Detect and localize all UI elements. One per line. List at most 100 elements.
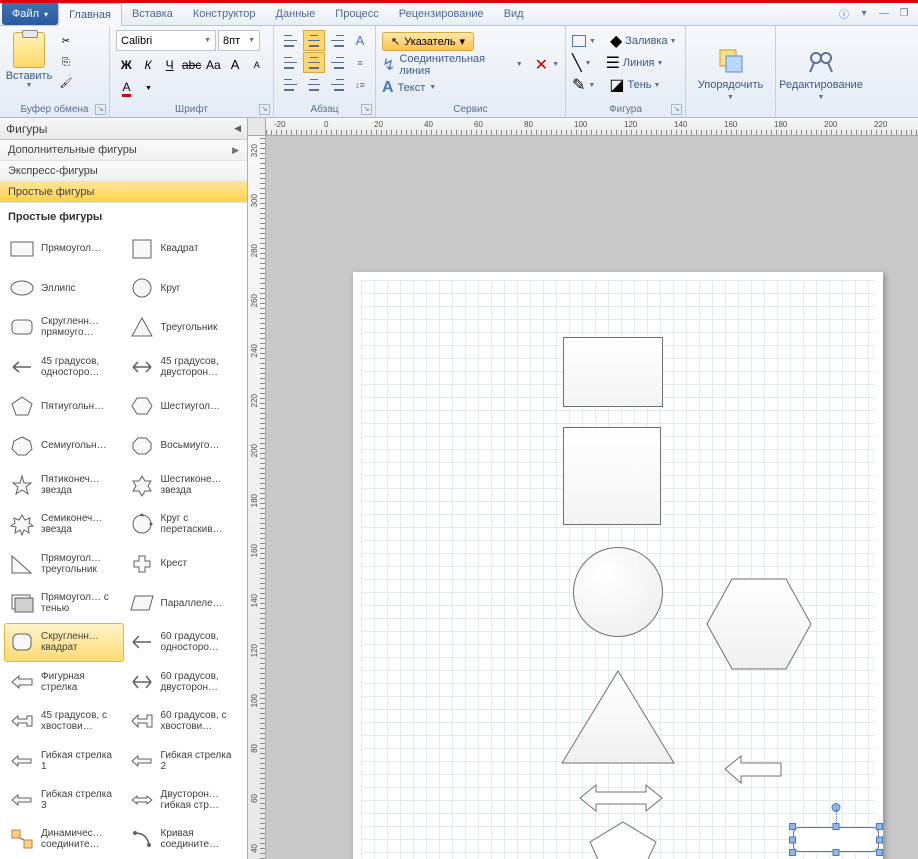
tab-2[interactable]: Конструктор bbox=[183, 3, 266, 25]
strike-button[interactable]: abc bbox=[181, 54, 202, 75]
shape-stencil-23[interactable]: 60 градусов, двусторон… bbox=[124, 662, 244, 701]
align-top-center[interactable] bbox=[303, 30, 325, 51]
tab-0[interactable]: Главная bbox=[58, 3, 122, 26]
italic-button[interactable]: К bbox=[138, 54, 159, 75]
align-top-left[interactable] bbox=[280, 30, 302, 51]
bold-button[interactable]: Ж bbox=[116, 54, 137, 75]
shape-stencil-15[interactable]: Круг с перетаскив… bbox=[124, 505, 244, 544]
shape-stencil-2[interactable]: Эллипс bbox=[4, 268, 124, 307]
shape-pentagon[interactable] bbox=[588, 820, 658, 859]
panel-simple[interactable]: Простые фигуры bbox=[0, 182, 247, 203]
tab-5[interactable]: Рецензирование bbox=[389, 3, 494, 25]
shape-stencil-25[interactable]: 60 градусов, с хвостови… bbox=[124, 702, 244, 741]
tab-6[interactable]: Вид bbox=[494, 3, 534, 25]
rect-tool-icon[interactable] bbox=[572, 35, 586, 47]
arrange-button[interactable]: Упорядочить ▼ bbox=[698, 46, 763, 101]
shape-stencil-9[interactable]: Шестиугол… bbox=[124, 387, 244, 426]
shape-stencil-19[interactable]: Параллеле… bbox=[124, 583, 244, 622]
collapse-icon[interactable]: ◀ bbox=[234, 123, 241, 134]
tab-1[interactable]: Вставка bbox=[122, 3, 183, 25]
shape-stencil-6[interactable]: 45 градусов, односторо… bbox=[4, 347, 124, 386]
shape-stencil-3[interactable]: Круг bbox=[124, 268, 244, 307]
shadow-button[interactable]: Тень ▼ bbox=[627, 79, 660, 91]
paste-button[interactable]: Вставить ▼ bbox=[6, 30, 52, 98]
shape-stencil-14[interactable]: Семиконеч… звезда bbox=[4, 505, 124, 544]
freeform-icon[interactable]: ✎ bbox=[572, 75, 585, 95]
shape-double-arrow[interactable] bbox=[578, 782, 664, 814]
align-bot-left[interactable] bbox=[280, 74, 302, 95]
file-menu[interactable]: Файл bbox=[2, 3, 58, 25]
shape-stencil-12[interactable]: Пятиконеч… звезда bbox=[4, 465, 124, 504]
shape-stencil-18[interactable]: Прямоугол… с тенью bbox=[4, 583, 124, 622]
grow-font-button[interactable]: A bbox=[225, 54, 246, 75]
text-direction[interactable]: A bbox=[349, 30, 371, 51]
line-spacing[interactable]: ↕≡ bbox=[349, 74, 371, 95]
shape-stencil-4[interactable]: Скругленн… прямоуго… bbox=[4, 308, 124, 347]
minimize-ribbon-icon[interactable]: ▾ bbox=[856, 5, 872, 21]
editing-button[interactable]: Редактирование ▼ bbox=[779, 46, 863, 101]
align-top-right[interactable] bbox=[326, 30, 348, 51]
pointer-tool[interactable]: ↖ Указатель ▾ bbox=[382, 32, 474, 51]
drawing-page[interactable] bbox=[353, 272, 883, 859]
font-dialog[interactable]: ↘ bbox=[259, 104, 270, 115]
shape-stencil-26[interactable]: Гибкая стрелка 1 bbox=[4, 741, 124, 780]
shape-square[interactable] bbox=[563, 427, 661, 525]
shape-stencil-0[interactable]: Прямоугол… bbox=[4, 229, 124, 268]
align-mid-left[interactable] bbox=[280, 52, 302, 73]
shape-circle[interactable] bbox=[573, 547, 663, 637]
align-bot-right[interactable] bbox=[326, 74, 348, 95]
shape-stencil-20[interactable]: Скругленн… квадрат bbox=[4, 623, 124, 662]
shape-stencil-22[interactable]: Фигурная стрелка bbox=[4, 662, 124, 701]
font-name-select[interactable]: Calibri▼ bbox=[116, 30, 216, 51]
align-bot-center[interactable] bbox=[303, 74, 325, 95]
tab-4[interactable]: Процесс bbox=[325, 3, 388, 25]
shape-stencil-30[interactable]: Динамичес… соедините… bbox=[4, 820, 124, 859]
shape-stencil-28[interactable]: Гибкая стрелка 3 bbox=[4, 780, 124, 819]
paragraph-dialog[interactable]: ↘ bbox=[361, 104, 372, 115]
shape-stencil-7[interactable]: 45 градусов, двусторон… bbox=[124, 347, 244, 386]
shape-stencil-27[interactable]: Гибкая стрелка 2 bbox=[124, 741, 244, 780]
align-mid-right[interactable] bbox=[326, 52, 348, 73]
copy-button[interactable]: ⎘ bbox=[56, 53, 76, 71]
canvas-area[interactable]: -20020406080100120140160180200220 320300… bbox=[248, 118, 918, 859]
case-button[interactable]: Aa bbox=[203, 54, 224, 75]
shape-stencil-10[interactable]: Семиугольн… bbox=[4, 426, 124, 465]
shape-stencil-13[interactable]: Шестиконе… звезда bbox=[124, 465, 244, 504]
shape-stencil-31[interactable]: Кривая соедините… bbox=[124, 820, 244, 859]
shape-selected-rounded[interactable] bbox=[793, 827, 879, 852]
fill-button[interactable]: Заливка ▼ bbox=[625, 35, 676, 47]
align-mid-center[interactable] bbox=[303, 52, 325, 73]
help-icon[interactable]: ⓘ bbox=[836, 5, 852, 21]
shape-dialog[interactable]: ↘ bbox=[671, 104, 682, 115]
delete-button[interactable]: ✕ bbox=[535, 55, 548, 75]
shape-stencil-16[interactable]: Прямоугол… треугольник bbox=[4, 544, 124, 583]
font-size-select[interactable]: 8пт▼ bbox=[218, 30, 260, 51]
panel-express[interactable]: Экспресс-фигуры bbox=[0, 161, 247, 182]
shape-stencil-8[interactable]: Пятиугольн… bbox=[4, 387, 124, 426]
shape-stencil-5[interactable]: Треугольник bbox=[124, 308, 244, 347]
shape-stencil-21[interactable]: 60 градусов, односторо… bbox=[124, 623, 244, 662]
panel-more-shapes[interactable]: Дополнительные фигуры▶ bbox=[0, 140, 247, 161]
cut-button[interactable]: ✂ bbox=[56, 32, 76, 50]
shape-left-arrow[interactable] bbox=[723, 752, 783, 787]
text-tool[interactable]: Текст bbox=[398, 82, 426, 94]
clipboard-dialog[interactable]: ↘ bbox=[95, 104, 106, 115]
shape-stencil-1[interactable]: Квадрат bbox=[124, 229, 244, 268]
restore-icon[interactable]: ❐ bbox=[896, 5, 912, 21]
font-color-drop[interactable]: ▼ bbox=[138, 78, 159, 99]
underline-button[interactable]: Ч bbox=[159, 54, 180, 75]
shape-rectangle[interactable] bbox=[563, 337, 663, 407]
font-color-button[interactable]: A bbox=[116, 78, 137, 99]
shape-hexagon[interactable] bbox=[705, 577, 813, 671]
line-tool-icon[interactable]: ╲ bbox=[572, 53, 582, 73]
shape-stencil-11[interactable]: Восьмиуго… bbox=[124, 426, 244, 465]
min-icon[interactable]: — bbox=[876, 5, 892, 21]
line-button[interactable]: Линия ▼ bbox=[623, 57, 663, 69]
format-painter-button[interactable]: 🖌 bbox=[56, 74, 76, 92]
shape-stencil-17[interactable]: Крест bbox=[124, 544, 244, 583]
tab-3[interactable]: Данные bbox=[266, 3, 326, 25]
shape-stencil-29[interactable]: Двусторон… гибкая стр… bbox=[124, 780, 244, 819]
connector-tool[interactable]: Соединительная линия bbox=[399, 53, 511, 77]
shape-stencil-24[interactable]: 45 градусов, с хвостови… bbox=[4, 702, 124, 741]
bullets[interactable]: ≡ bbox=[349, 52, 371, 73]
